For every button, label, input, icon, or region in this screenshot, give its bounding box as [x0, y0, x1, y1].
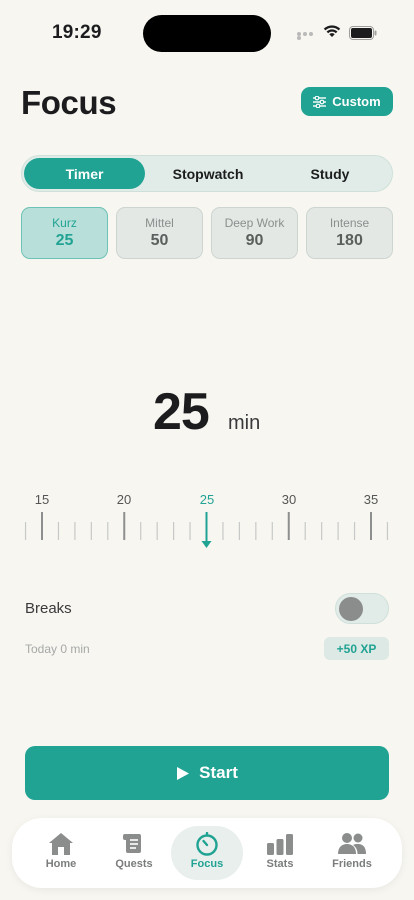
- preset-value: 90: [245, 232, 264, 249]
- battery-icon: [349, 26, 377, 40]
- people-icon: [338, 833, 366, 854]
- segment-stopwatch[interactable]: Stopwatch: [146, 158, 270, 189]
- toggle-knob: [339, 597, 363, 621]
- tab-friends[interactable]: Friends: [316, 826, 388, 880]
- segment-study[interactable]: Study: [270, 158, 390, 189]
- xp-badge: +50 XP: [324, 637, 389, 660]
- timer-value: 25: [153, 383, 210, 441]
- custom-button-label: Custom: [332, 94, 381, 109]
- preset-value: 50: [150, 232, 169, 249]
- tab-label: Home: [45, 858, 77, 870]
- tab-label: Stats: [266, 858, 294, 870]
- status-time: 19:29: [52, 22, 102, 43]
- dynamic-island: [143, 15, 271, 52]
- tab-bar: Home Quests Focus Stats Friends: [12, 818, 402, 888]
- preset-name: Kurz: [52, 216, 77, 230]
- cellular-signal-icon: [297, 32, 319, 40]
- preset-intense[interactable]: Intense 180: [306, 207, 393, 259]
- segment-timer[interactable]: Timer: [24, 158, 145, 189]
- timer-icon: [196, 832, 218, 856]
- preset-kurz[interactable]: Kurz 25: [21, 207, 108, 259]
- page-title: Focus: [21, 84, 117, 121]
- sliders-icon: [313, 95, 327, 108]
- mode-segmented-control: Timer Stopwatch Study: [21, 155, 393, 192]
- preset-deep-work[interactable]: Deep Work 90: [211, 207, 298, 259]
- tab-label: Friends: [332, 858, 372, 870]
- duration-ruler[interactable]: 15 20 25 30 35: [0, 488, 414, 558]
- preset-value: 25: [55, 232, 74, 249]
- tab-label: Focus: [190, 858, 224, 870]
- preset-mittel[interactable]: Mittel 50: [116, 207, 203, 259]
- status-bar: 19:29: [0, 0, 414, 60]
- ruler-ticks: [24, 512, 389, 548]
- custom-button[interactable]: Custom: [301, 87, 393, 116]
- home-icon: [49, 833, 73, 855]
- preset-name: Intense: [329, 216, 370, 230]
- tab-quests[interactable]: Quests: [98, 826, 170, 880]
- scroll-icon: [123, 834, 141, 853]
- start-button-label: Start: [199, 763, 238, 782]
- bar-chart-icon: [267, 834, 293, 855]
- breaks-toggle[interactable]: [335, 593, 389, 624]
- preset-name: Deep Work: [224, 216, 285, 230]
- wifi-icon: [323, 25, 341, 37]
- tab-home[interactable]: Home: [25, 826, 97, 880]
- breaks-label: Breaks: [25, 600, 72, 617]
- ruler-indicator-arrow: [201, 541, 212, 548]
- start-button[interactable]: Start: [25, 746, 389, 800]
- play-icon: [177, 766, 190, 780]
- preset-value: 180: [336, 232, 363, 249]
- today-total: Today 0 min: [25, 642, 90, 656]
- preset-name: Mittel: [145, 216, 174, 230]
- tab-label: Quests: [115, 858, 153, 870]
- tab-focus[interactable]: Focus: [171, 826, 243, 880]
- timer-unit: min: [228, 412, 261, 434]
- tab-stats[interactable]: Stats: [244, 826, 316, 880]
